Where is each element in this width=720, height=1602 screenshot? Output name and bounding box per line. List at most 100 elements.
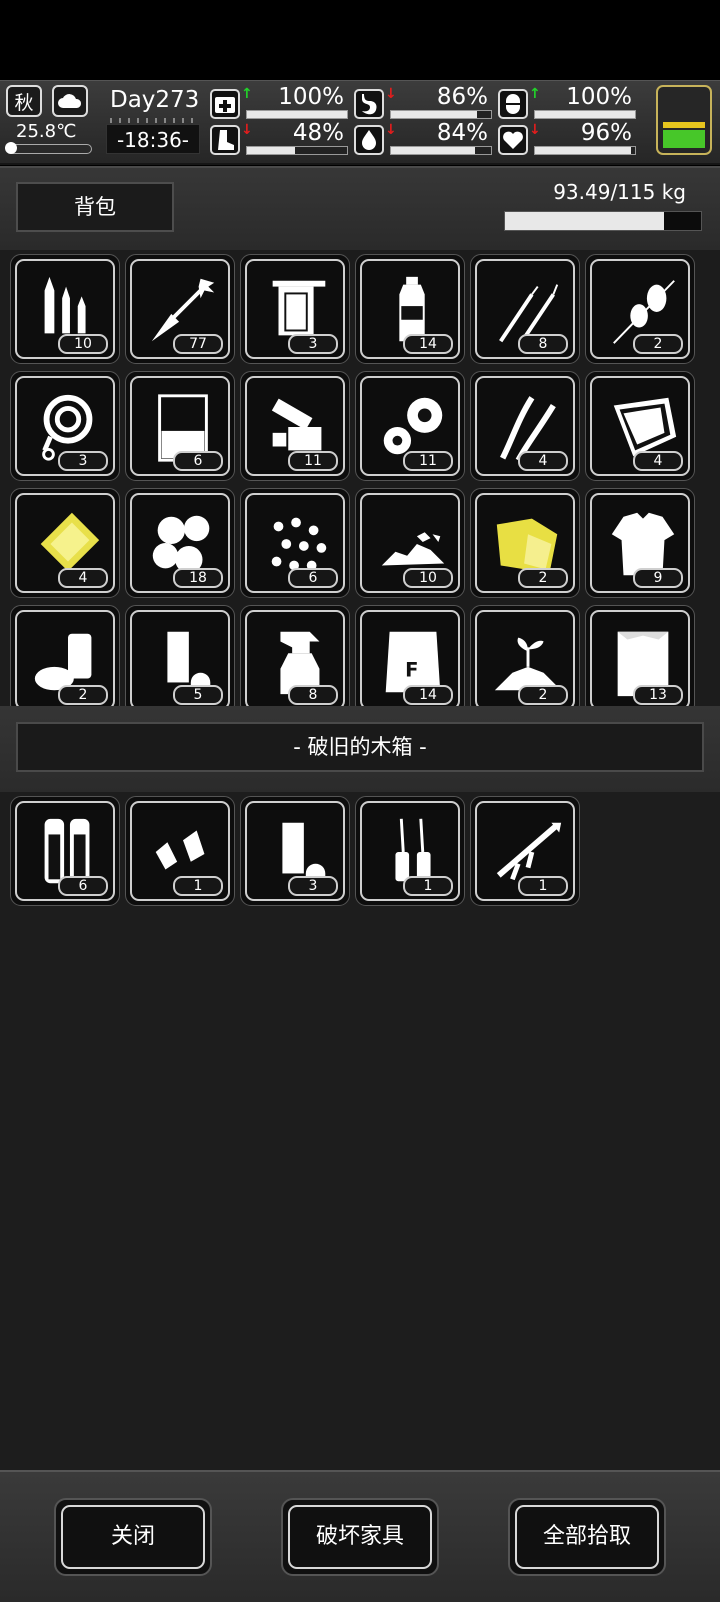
svg-text:F: F <box>405 659 418 682</box>
container-grid[interactable]: 6 1 3 1 1 <box>0 792 720 1470</box>
item-count: 2 <box>518 568 568 588</box>
weight-bar <box>504 211 702 231</box>
item-count: 8 <box>288 685 338 705</box>
temperature-label: 25.8℃ <box>16 121 77 142</box>
item-count: 1 <box>403 876 453 896</box>
item-count: 4 <box>58 568 108 588</box>
water-drop-icon <box>354 125 384 155</box>
stat-sanity: ↑ 100% <box>498 84 638 123</box>
stomach-icon <box>354 89 384 119</box>
item-slot[interactable]: 2 <box>585 254 695 364</box>
stat-value: 48% <box>292 120 344 146</box>
heart-icon <box>498 125 528 155</box>
item-slot[interactable]: 8 <box>470 254 580 364</box>
clock-display: -18:36- <box>106 124 200 154</box>
item-count: 1 <box>518 876 568 896</box>
item-slot[interactable]: 8 <box>240 605 350 706</box>
status-bar: 秋 25.8℃ Day273 -18:36- ↑ 100% ↓ 86% ↑ 100% ↓ 48… <box>0 80 720 165</box>
trend-down-icon: ↓ <box>241 122 253 138</box>
item-slot[interactable]: 5 <box>125 605 235 706</box>
item-slot[interactable]: 2 <box>470 488 580 598</box>
item-count: 14 <box>403 685 453 705</box>
item-count: 6 <box>173 451 223 471</box>
item-count: 13 <box>633 685 683 705</box>
stat-thirst: ↓ 84% <box>354 120 494 159</box>
item-slot[interactable]: 77 <box>125 254 235 364</box>
stat-bar <box>534 110 636 119</box>
item-slot[interactable]: 1 <box>470 796 580 906</box>
stat-bar-fill <box>391 111 477 118</box>
item-slot[interactable]: 6 <box>125 371 235 481</box>
stat-hunger: ↓ 86% <box>354 84 494 123</box>
item-slot[interactable]: 3 <box>10 371 120 481</box>
medkit-icon <box>210 89 240 119</box>
item-count: 3 <box>58 451 108 471</box>
item-count: 8 <box>518 334 568 354</box>
action-bar: 关闭 破坏家具 全部拾取 <box>0 1470 720 1602</box>
take-all-button[interactable]: 全部拾取 <box>508 1498 666 1576</box>
stat-value: 86% <box>436 84 488 110</box>
backpack-grid[interactable]: 10 77 3 14 8 2 3 6 11 11 4 4 4 18 6 10 2 9 2 5 8 F 14 2 13 <box>0 250 720 708</box>
item-count: 10 <box>58 334 108 354</box>
item-count: 3 <box>288 334 338 354</box>
battery-icon[interactable] <box>656 85 712 155</box>
container-header: - 破旧的木箱 - <box>0 706 720 792</box>
item-slot[interactable]: 10 <box>10 254 120 364</box>
stat-value: 100% <box>278 84 344 110</box>
item-slot[interactable]: 18 <box>125 488 235 598</box>
container-title: - 破旧的木箱 - <box>16 722 704 772</box>
item-count: 11 <box>403 451 453 471</box>
item-slot[interactable]: 3 <box>240 796 350 906</box>
item-slot[interactable]: 6 <box>240 488 350 598</box>
stat-bar <box>246 146 348 155</box>
stat-bar <box>390 146 492 155</box>
item-slot[interactable]: 3 <box>240 254 350 364</box>
pill-icon <box>498 89 528 119</box>
item-count: 4 <box>633 451 683 471</box>
item-count: 11 <box>288 451 338 471</box>
item-count: 1 <box>173 876 223 896</box>
stat-bar-fill <box>247 147 295 154</box>
item-slot[interactable]: 13 <box>585 605 695 706</box>
item-count: 9 <box>633 568 683 588</box>
break-furniture-button-label: 破坏家具 <box>288 1505 432 1569</box>
trend-up-icon: ↑ <box>529 86 541 102</box>
item-slot[interactable]: 1 <box>355 796 465 906</box>
take-all-button-label: 全部拾取 <box>515 1505 659 1569</box>
stat-value: 84% <box>436 120 488 146</box>
stat-value: 100% <box>566 84 632 110</box>
day-counter: Day273 <box>110 87 200 113</box>
item-slot[interactable]: 6 <box>10 796 120 906</box>
item-slot[interactable]: 11 <box>240 371 350 481</box>
trend-down-icon: ↓ <box>529 122 541 138</box>
item-slot[interactable]: 1 <box>125 796 235 906</box>
item-slot[interactable]: F 14 <box>355 605 465 706</box>
item-count: 3 <box>288 876 338 896</box>
item-count: 2 <box>58 685 108 705</box>
item-slot[interactable]: 14 <box>355 254 465 364</box>
stat-bar <box>246 110 348 119</box>
item-count: 18 <box>173 568 223 588</box>
stat-bar-fill <box>391 147 475 154</box>
item-count: 6 <box>58 876 108 896</box>
item-count: 4 <box>518 451 568 471</box>
backpack-tab[interactable]: 背包 <box>16 182 174 232</box>
break-furniture-button[interactable]: 破坏家具 <box>281 1498 439 1576</box>
item-slot[interactable]: 2 <box>470 605 580 706</box>
cloud-icon <box>52 85 88 117</box>
close-button[interactable]: 关闭 <box>54 1498 212 1576</box>
item-slot[interactable]: 11 <box>355 371 465 481</box>
item-slot[interactable]: 9 <box>585 488 695 598</box>
stat-bar-fill <box>535 111 635 118</box>
thermometer-icon <box>5 142 92 154</box>
stat-bar <box>534 146 636 155</box>
item-slot[interactable]: 4 <box>470 371 580 481</box>
item-slot[interactable]: 10 <box>355 488 465 598</box>
weight-bar-fill <box>505 212 665 230</box>
item-slot[interactable]: 2 <box>10 605 120 706</box>
trend-up-icon: ↑ <box>241 86 253 102</box>
item-count: 6 <box>288 568 338 588</box>
item-slot[interactable]: 4 <box>585 371 695 481</box>
item-slot[interactable]: 4 <box>10 488 120 598</box>
stat-bar <box>390 110 492 119</box>
